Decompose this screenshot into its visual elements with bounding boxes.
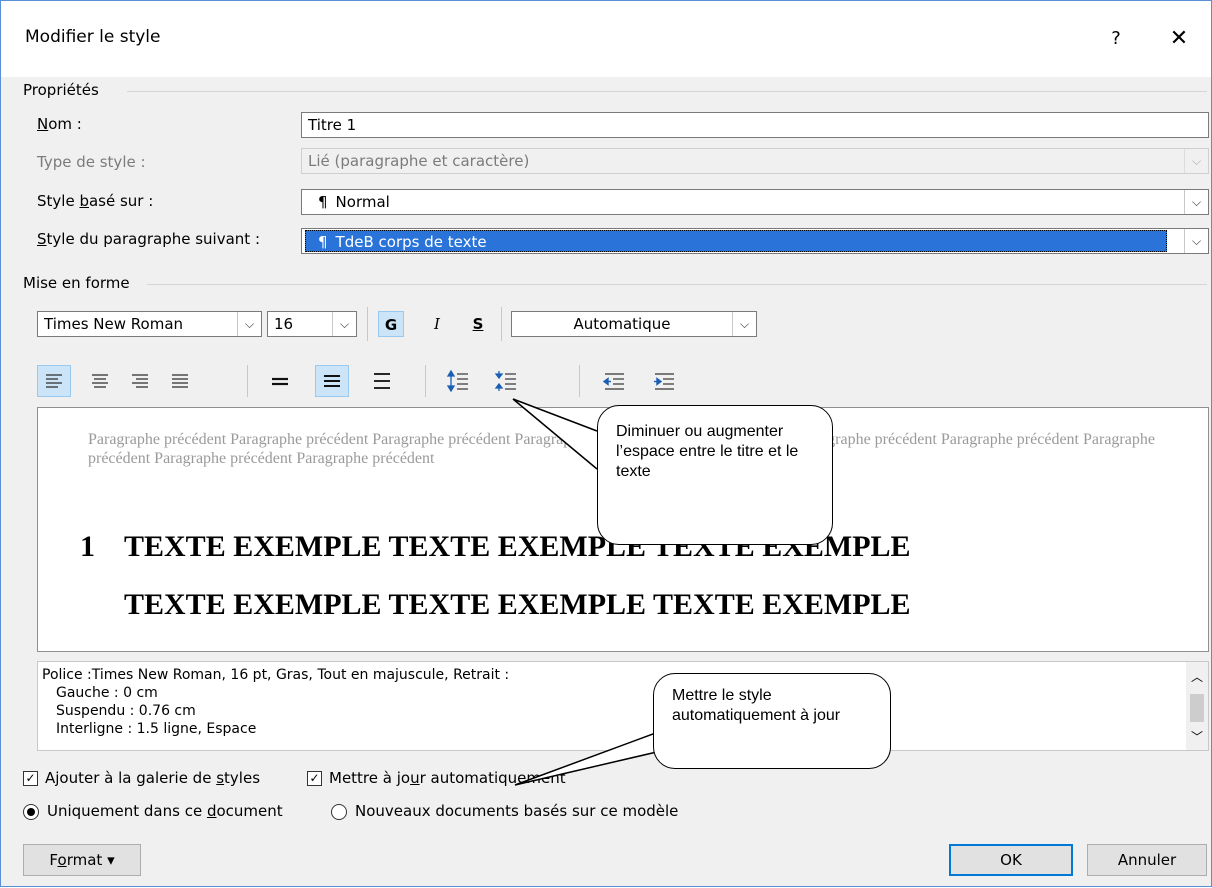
toolbar-separator [247,365,248,397]
new-documents-radio[interactable] [331,804,347,820]
only-this-document-label[interactable]: Uniquement dans ce document [47,802,283,820]
auto-update-label[interactable]: Mettre à jour automatiquement [329,769,566,787]
justify-icon[interactable] [163,365,197,397]
add-to-gallery-label[interactable]: Ajouter à la galerie de styles [45,769,260,787]
title-bar: Modifier le style ? ✕ [1,1,1211,77]
chevron-up-icon[interactable]: ︿ [1186,668,1208,686]
align-left-icon [46,374,62,388]
sample-heading-line2: TEXTE EXEMPLE TEXTE EXEMPLE TEXTE EXEMPL… [124,588,911,621]
bold-button[interactable]: G [378,311,404,337]
chevron-down-icon[interactable]: ⌵ [332,312,356,336]
style-description: Police :Times New Roman, 16 pt, Gras, To… [37,661,1209,751]
decrease-space-before-icon[interactable] [489,365,523,397]
double-spacing-icon[interactable] [365,365,399,397]
sample-heading-number: 1 [80,530,95,563]
toolbar-separator [425,365,426,397]
italic-button[interactable]: I [424,311,450,337]
chevron-down-icon[interactable]: ⌵ [1184,229,1208,253]
formatting-divider [147,284,1207,285]
description-scrollbar[interactable]: ︿ ﹀ [1186,662,1208,750]
chevron-down-icon: ▾ [107,851,115,869]
only-this-document-radio[interactable] [23,804,39,820]
callout-auto-update: Mettre le style automatiquement à jour [653,673,891,769]
chevron-down-icon[interactable]: ⌵ [1184,190,1208,214]
auto-update-checkbox[interactable]: ✓ [307,771,322,786]
font-size-combo[interactable]: 16 ⌵ [267,311,357,337]
format-button[interactable]: Format ▾ [23,844,141,876]
new-documents-label[interactable]: Nouveaux documents basés sur ce modèle [355,802,678,820]
increase-space-before-icon[interactable] [441,365,475,397]
dialog-title: Modifier le style [25,27,161,47]
description-line: Suspendu : 0.76 cm [56,703,196,719]
chevron-down-icon[interactable]: ⌵ [732,312,756,336]
description-line: Police :Times New Roman, 16 pt, Gras, To… [42,667,510,683]
underline-button[interactable]: S [465,311,491,337]
style-type-label: Type de style : [37,153,146,171]
toolbar-separator [501,307,502,341]
increase-indent-icon[interactable] [647,365,681,397]
one-half-spacing-icon [324,375,340,387]
style-type-combo: Lié (paragraphe et caractère) ⌵ [301,148,1209,174]
cancel-button[interactable]: Annuler [1087,844,1207,876]
chevron-down-icon[interactable]: ﹀ [1186,728,1208,746]
callout-spacing: Diminuer ou augmenter l’espace entre le … [597,405,833,545]
toolbar-separator [579,365,580,397]
single-spacing-icon[interactable] [263,365,297,397]
properties-section-label: Propriétés [23,81,99,99]
paragraph-mark-icon: ¶ [318,233,328,251]
ok-button[interactable]: OK [949,844,1073,876]
description-line: Gauche : 0 cm [56,685,158,701]
name-label: Nom : [37,115,82,133]
paragraph-mark-icon: ¶ [318,193,328,211]
chevron-down-icon: ⌵ [1184,149,1208,173]
align-right-icon[interactable] [123,365,157,397]
font-combo[interactable]: Times New Roman ⌵ [37,311,262,337]
add-to-gallery-checkbox[interactable]: ✓ [23,771,38,786]
next-style-combo[interactable]: ¶ TdeB corps de texte ⌵ [301,228,1209,254]
chevron-down-icon[interactable]: ⌵ [237,312,261,336]
based-on-combo[interactable]: ¶ Normal ⌵ [301,189,1209,215]
modify-style-dialog: Modifier le style ? ✕ Propriétés Nom : T… [0,0,1212,887]
description-line: Interligne : 1.5 ligne, Espace [56,721,257,737]
based-on-label: Style basé sur : [37,192,154,210]
formatting-section-label: Mise en forme [23,274,130,292]
properties-divider [127,91,1207,92]
help-button[interactable]: ? [1096,21,1136,57]
name-input[interactable]: Titre 1 [301,112,1209,138]
align-center-icon[interactable] [83,365,117,397]
scroll-thumb[interactable] [1190,694,1204,722]
next-style-label: Style du paragraphe suivant : [37,230,260,248]
decrease-indent-icon[interactable] [597,365,631,397]
font-color-combo[interactable]: Automatique ⌵ [511,311,757,337]
toolbar-separator [367,307,368,341]
close-button[interactable]: ✕ [1159,19,1199,59]
